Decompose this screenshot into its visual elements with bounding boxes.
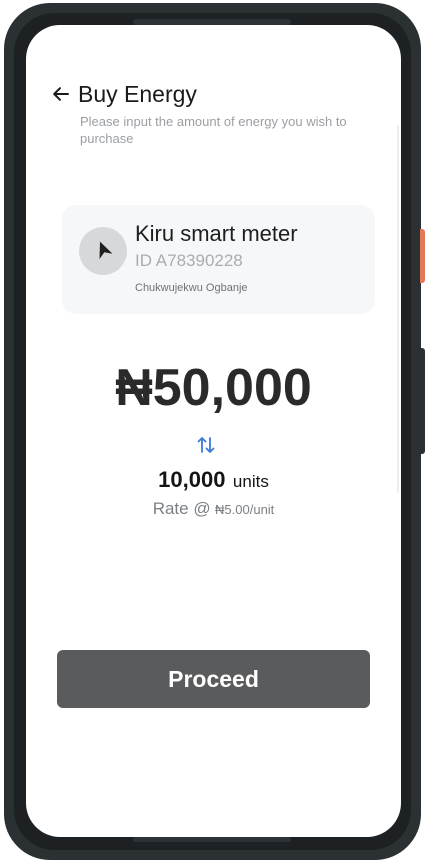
swap-vertical-icon[interactable] [196, 435, 216, 455]
arrow-left-icon[interactable] [52, 85, 70, 103]
page-header: Buy Energy [52, 79, 197, 109]
proceed-button[interactable]: Proceed [57, 650, 370, 708]
rate-value: ₦5.00/unit [215, 502, 275, 517]
meter-card[interactable]: Kiru smart meter ID A78390228 Chukwujekw… [62, 205, 375, 314]
meter-avatar [79, 227, 127, 275]
device-home-indicator [133, 837, 291, 842]
units-value: 10,000 [158, 467, 226, 492]
scrollbar[interactable] [397, 125, 399, 493]
rate-label: Rate @ [152, 499, 211, 518]
page-subtitle: Please input the amount of energy you wi… [80, 114, 347, 146]
meter-id: ID A78390228 [135, 251, 243, 270]
meter-name: Kiru smart meter [135, 221, 298, 246]
device-side-button [420, 229, 425, 283]
amount-field-container [26, 355, 401, 421]
meter-owner: Chukwujekwu Ogbanje [135, 282, 248, 294]
rate-display: Rate @ ₦5.00/unit [26, 499, 401, 519]
app-screen: Buy Energy Please input the amount of en… [26, 25, 401, 837]
page-title: Buy Energy [78, 80, 197, 107]
amount-input[interactable] [63, 358, 364, 418]
units-label: units [232, 472, 269, 491]
device-volume-button [420, 348, 425, 454]
navigation-arrow-icon [93, 239, 113, 264]
units-display: 10,000 units [26, 467, 401, 493]
